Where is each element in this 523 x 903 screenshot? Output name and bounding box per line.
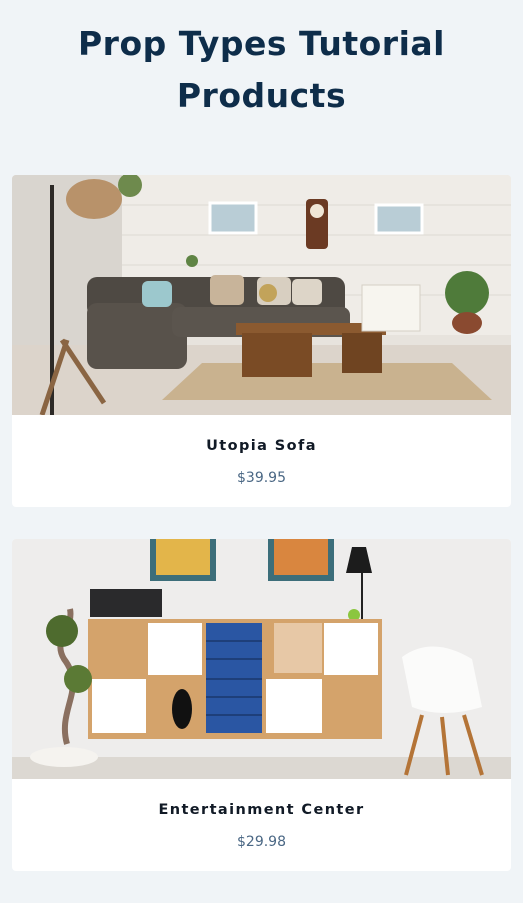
product-price: $29.98 xyxy=(237,834,286,850)
product-card[interactable]: Entertainment Center $29.98 xyxy=(12,539,511,871)
page-title: Prop Types Tutorial Products xyxy=(78,24,445,115)
product-card-body: Entertainment Center $29.98 xyxy=(12,779,511,871)
product-image xyxy=(12,175,511,415)
product-price: $39.95 xyxy=(237,470,286,486)
product-image xyxy=(12,539,511,779)
product-card-body: Utopia Sofa $39.95 xyxy=(12,415,511,507)
product-name: Entertainment Center xyxy=(158,802,365,818)
product-card[interactable]: Utopia Sofa $39.95 xyxy=(12,175,511,507)
product-list: Utopia Sofa $39.95 Entertainment Center … xyxy=(12,175,511,903)
product-name: Utopia Sofa xyxy=(206,438,317,454)
